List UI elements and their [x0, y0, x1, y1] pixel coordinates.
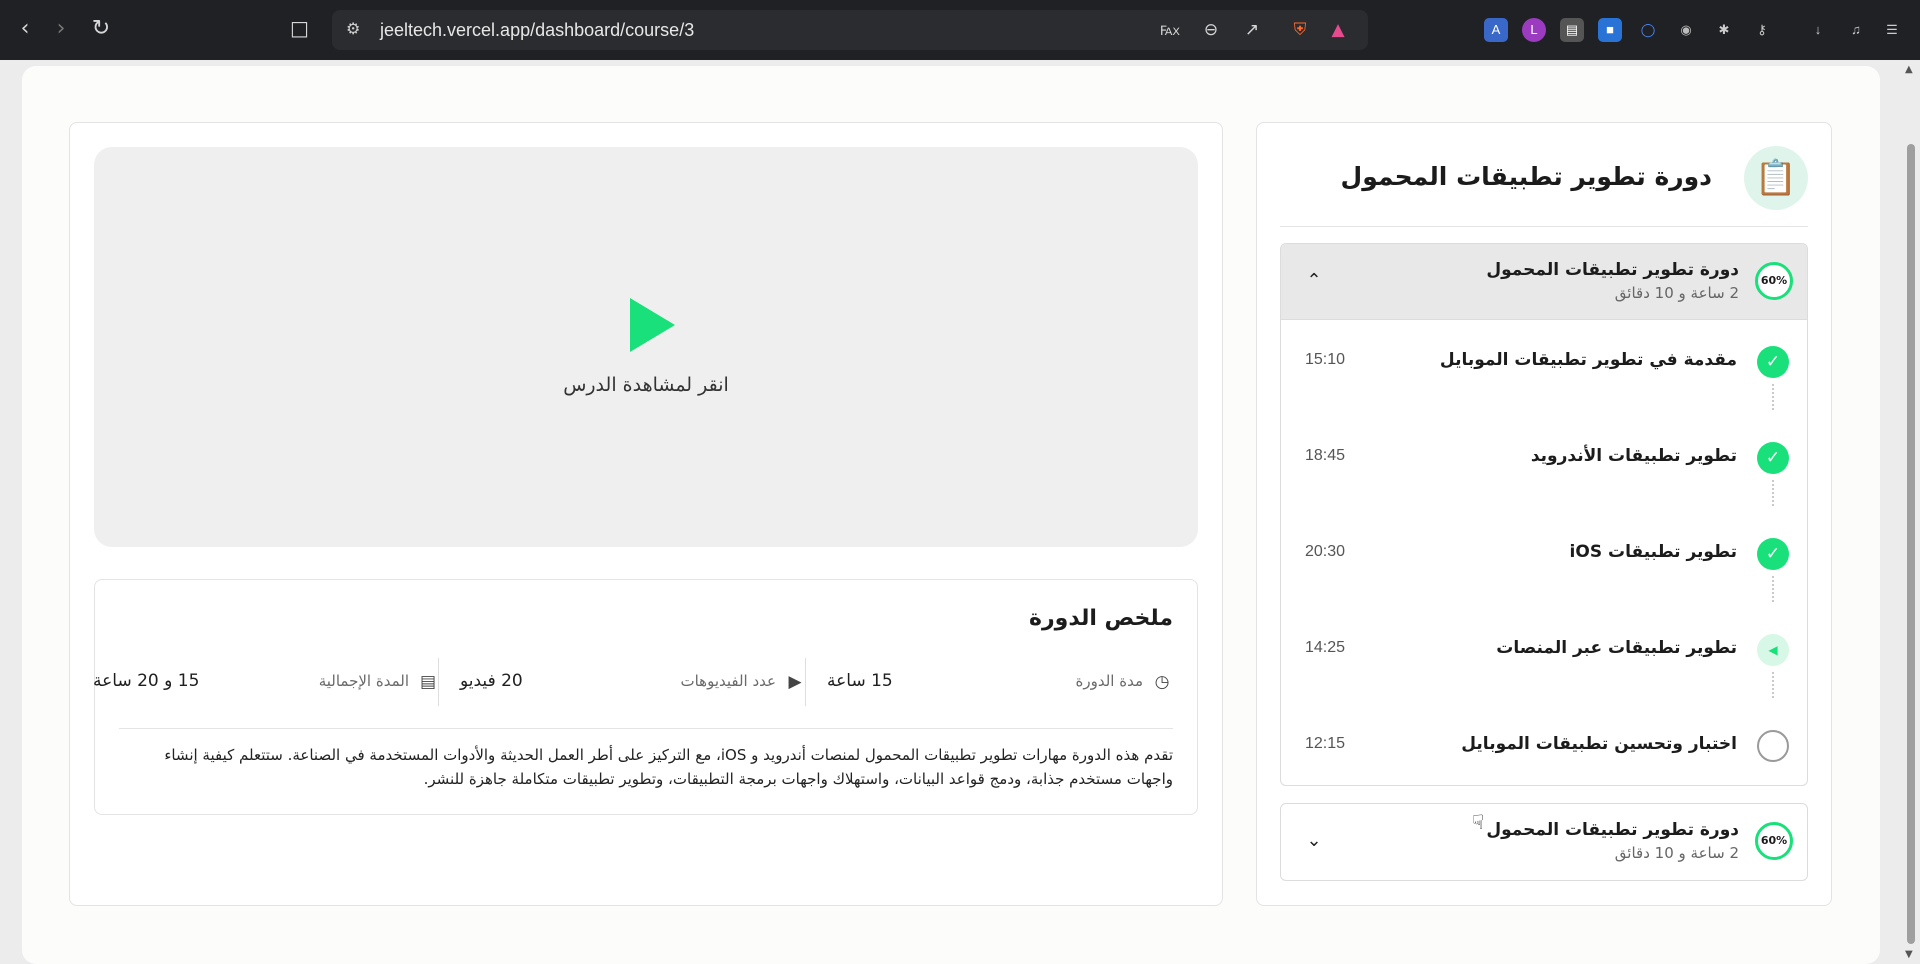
stat-course-duration: ◷ مدة الدورة 15 ساعة: [827, 658, 1173, 706]
media-icon[interactable]: ♫: [1844, 18, 1868, 42]
page-scrollbar[interactable]: ▲ ▼: [1902, 60, 1920, 964]
back-icon[interactable]: ‹: [10, 14, 40, 44]
clock-icon: ◷: [1154, 672, 1170, 692]
scroll-up-icon[interactable]: ▲: [1905, 64, 1913, 75]
lr-extension-icon[interactable]: L: [1522, 18, 1546, 42]
lesson-item[interactable]: ✓ تطوير تطبيقات الأندرويد 18:45: [1281, 416, 1807, 512]
chevron-up-icon[interactable]: ⌃: [1303, 270, 1325, 292]
password-key-icon[interactable]: ⚷: [1750, 18, 1774, 42]
lesson-connector: [1772, 672, 1774, 698]
stat-video-count: ▶ عدد الفيديوهات 20 فيديو: [460, 658, 806, 706]
video-icon: ▶: [788, 672, 802, 692]
extensions-puzzle-icon[interactable]: ✱: [1712, 18, 1736, 42]
video-prompt[interactable]: انقر لمشاهدة الدرس: [500, 374, 792, 396]
bookmark-icon[interactable]: □: [290, 16, 309, 40]
lesson-title: تطوير تطبيقات الأندرويد: [1530, 446, 1737, 466]
lesson-duration: 12:15: [1305, 735, 1346, 752]
lesson-duration: 15:10: [1305, 351, 1346, 368]
lesson-duration: 20:30: [1305, 543, 1346, 560]
stat-value: 20 فيديو: [460, 671, 523, 691]
lesson-item[interactable]: ✓ تطوير تطبيقات iOS 20:30: [1281, 512, 1807, 608]
lesson-connector: [1772, 384, 1774, 410]
course-section: 60% دورة تطوير تطبيقات المحمول 2 ساعة و …: [1280, 803, 1808, 881]
lesson-duration: 14:25: [1305, 639, 1346, 656]
stat-value: 15 ساعة: [827, 671, 893, 691]
lesson-title: مقدمة في تطوير تطبيقات الموبايل: [1439, 350, 1737, 370]
check-icon: ✓: [1757, 442, 1789, 474]
section-duration: 2 ساعة و 10 دقائق: [1614, 284, 1739, 302]
notes-extension-icon[interactable]: ■: [1598, 18, 1622, 42]
course-title: دورة تطوير تطبيقات المحمول: [1340, 162, 1713, 191]
translate-icon[interactable]: ℻: [1158, 18, 1182, 42]
stat-label: مدة الدورة: [1075, 672, 1144, 690]
translate-extension-icon[interactable]: A: [1484, 18, 1508, 42]
section-header[interactable]: 60% دورة تطوير تطبيقات المحمول 2 ساعة و …: [1281, 804, 1807, 880]
lesson-item[interactable]: اختبار وتحسين تطبيقات الموبايل 12:15: [1281, 704, 1807, 785]
brave-shield-icon[interactable]: ⛨: [1288, 18, 1312, 42]
course-summary: ملخص الدورة ◷ مدة الدورة 15 ساعة ▶ عدد ا…: [93, 579, 1198, 815]
screenshot-extension-icon[interactable]: ◉: [1674, 18, 1698, 42]
reload-icon[interactable]: ↻: [86, 14, 116, 44]
progress-ring: 60%: [1755, 822, 1793, 860]
section-header[interactable]: 60% دورة تطوير تطبيقات المحمول 2 ساعة و …: [1281, 244, 1807, 320]
downloads-icon[interactable]: ↓: [1806, 18, 1830, 42]
section-duration: 2 ساعة و 10 دقائق: [1614, 844, 1739, 862]
play-icon[interactable]: [630, 298, 675, 352]
forward-icon[interactable]: ›: [46, 14, 76, 44]
lesson-connector: [1772, 480, 1774, 506]
play-icon: ◀: [1757, 634, 1789, 666]
brave-rewards-icon[interactable]: ▲: [1326, 18, 1350, 42]
summary-title: ملخص الدورة: [1029, 606, 1173, 631]
summary-divider: [119, 728, 1173, 729]
address-bar[interactable]: ⚙ jeeltech.vercel.app/dashboard/course/3…: [332, 10, 1368, 50]
stat-divider: [438, 658, 439, 706]
stat-total-duration: ▤ المدة الإجمالية 15 و 20 ساعة: [93, 658, 439, 706]
lesson-title: تطوير تطبيقات iOS: [1569, 542, 1737, 562]
lesson-connector: [1772, 576, 1774, 602]
scroll-down-icon[interactable]: ▼: [1905, 949, 1913, 960]
lesson-item[interactable]: ✓ مقدمة في تطوير تطبيقات الموبايل 15:10: [1281, 320, 1807, 416]
clipboard-icon: 📋: [1744, 146, 1808, 210]
stat-value: 15 و 20 ساعة: [93, 671, 200, 691]
empty-circle-icon: [1757, 730, 1789, 762]
url-text[interactable]: jeeltech.vercel.app/dashboard/course/3: [380, 20, 694, 41]
site-settings-icon[interactable]: ⚙: [346, 19, 368, 41]
course-description: تقدم هذه الدورة مهارات تطوير تطبيقات الم…: [164, 746, 1173, 788]
share-icon[interactable]: ↗: [1240, 18, 1264, 42]
section-title: دورة تطوير تطبيقات المحمول: [1486, 820, 1739, 840]
stat-label: المدة الإجمالية: [318, 672, 409, 690]
scrollbar-thumb[interactable]: [1907, 144, 1915, 944]
zoom-out-icon[interactable]: ⊖: [1199, 18, 1223, 42]
menu-icon[interactable]: ☰: [1880, 18, 1904, 42]
course-section: 60% دورة تطوير تطبيقات المحمول 2 ساعة و …: [1280, 243, 1808, 786]
chevron-down-icon[interactable]: ⌄: [1303, 830, 1325, 852]
lesson-title: تطوير تطبيقات عبر المنصات: [1496, 638, 1737, 658]
certificate-icon: ▤: [419, 672, 437, 692]
check-icon: ✓: [1757, 346, 1789, 378]
lesson-title: اختبار وتحسين تطبيقات الموبايل: [1461, 734, 1737, 754]
pointer-cursor-icon: ☟: [1472, 810, 1485, 834]
stat-divider: [805, 658, 806, 706]
progress-ring: 60%: [1755, 262, 1793, 300]
stat-label: عدد الفيديوهات: [680, 672, 776, 690]
mouse-extension-icon[interactable]: ◯: [1636, 18, 1660, 42]
lesson-duration: 18:45: [1305, 447, 1346, 464]
section-title: دورة تطوير تطبيقات المحمول: [1486, 260, 1739, 280]
lesson-item-current[interactable]: ◀ تطوير تطبيقات عبر المنصات 14:25: [1281, 608, 1807, 704]
check-icon: ✓: [1757, 538, 1789, 570]
summary-stats: ◷ مدة الدورة 15 ساعة ▶ عدد الفيديوهات 20…: [93, 658, 1173, 706]
reader-extension-icon[interactable]: ▤: [1560, 18, 1584, 42]
sidebar-divider: [1280, 226, 1808, 227]
browser-toolbar: ‹ › ↻ □ ⚙ jeeltech.vercel.app/dashboard/…: [0, 0, 1920, 60]
